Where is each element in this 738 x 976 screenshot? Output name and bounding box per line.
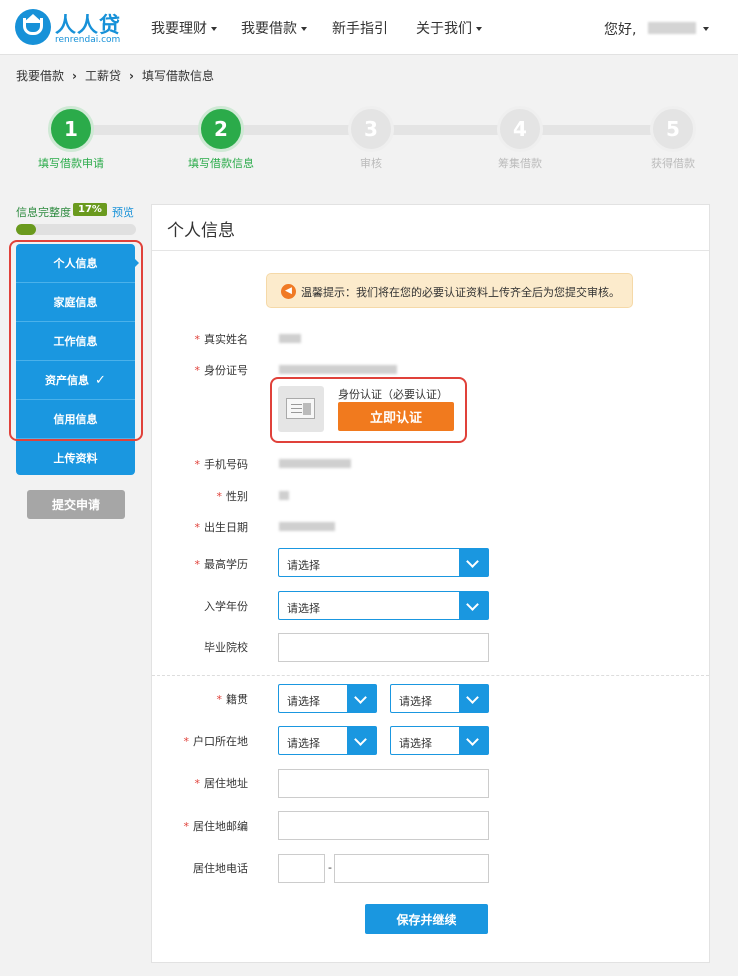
label-enroll-year: 入学年份 — [204, 600, 248, 613]
username-redacted[interactable] — [648, 22, 696, 34]
label-native-place: * 籍贯 — [216, 693, 249, 706]
breadcrumb: 我要借款 › 工薪贷 › 填写借款信息 — [16, 67, 214, 84]
save-continue-button[interactable]: 保存并继续 — [365, 904, 488, 934]
personal-info-panel: 个人信息 ◀ 温馨提示：我们将在您的必要认证资料上传齐全后为您提交审核。 * 真实… — [151, 204, 710, 963]
phone-separator: - — [328, 861, 332, 874]
user-menu-chevron-icon[interactable] — [703, 27, 709, 31]
chevron-down-icon[interactable] — [347, 727, 376, 754]
notice-banner: ◀ 温馨提示：我们将在您的必要认证资料上传齐全后为您提交审核。 — [266, 273, 633, 308]
birth-date-value — [279, 522, 335, 531]
chevron-down-icon[interactable] — [347, 685, 376, 712]
renrendai-logo[interactable]: 人人贷 renrendai.com — [15, 9, 125, 47]
real-name-value — [279, 334, 301, 343]
speaker-icon: ◀ — [281, 284, 296, 299]
education-select[interactable]: 请选择 — [278, 548, 489, 577]
user-greeting: 您好, — [604, 22, 637, 38]
nav-invest[interactable]: 我要理财 — [151, 18, 217, 38]
step-3: 3 审核 — [321, 106, 421, 171]
step-1: 1 填写借款申请 — [21, 106, 121, 171]
label-postcode: * 居住地邮编 — [183, 820, 249, 833]
label-school: 毕业院校 — [204, 641, 248, 654]
breadcrumb-current: 填写借款信息 — [141, 69, 214, 83]
chevron-down-icon[interactable] — [459, 592, 488, 619]
section-divider — [152, 675, 709, 676]
hukou-city-select[interactable]: 请选择 — [390, 726, 489, 755]
panel-divider — [152, 250, 709, 251]
nav-guide[interactable]: 新手指引 — [332, 18, 388, 38]
nav-borrow[interactable]: 我要借款 — [241, 18, 307, 38]
address-input[interactable] — [278, 769, 489, 798]
panel-title: 个人信息 — [167, 221, 235, 241]
id-number-value — [279, 365, 397, 374]
step-4: 4 筹集借款 — [470, 106, 570, 171]
top-header: 人人贷 renrendai.com 我要理财 我要借款 新手指引 关于我们 您好… — [0, 0, 738, 55]
chevron-right-icon: › — [128, 69, 134, 83]
label-gender: * 性别 — [216, 490, 249, 503]
label-real-name: * 真实姓名 — [194, 333, 249, 346]
label-mobile: * 手机号码 — [194, 458, 249, 471]
submit-application-button[interactable]: 提交申请 — [27, 490, 125, 519]
chevron-right-icon: › — [72, 69, 77, 83]
label-address: * 居住地址 — [194, 777, 249, 790]
chevron-down-icon — [301, 27, 307, 31]
school-input[interactable] — [278, 633, 489, 662]
sidebar-item-upload[interactable]: 上传资料 — [16, 439, 135, 478]
highlight-box-auth — [270, 377, 467, 443]
phone-area-code-input[interactable] — [278, 854, 325, 883]
completeness-label: 信息完整度 — [16, 206, 71, 219]
chevron-down-icon — [211, 27, 217, 31]
label-birth-date: * 出生日期 — [194, 521, 249, 534]
step-2: 2 填写借款信息 — [171, 106, 271, 171]
chevron-down-icon[interactable] — [459, 727, 488, 754]
label-education: * 最高学历 — [194, 558, 249, 571]
breadcrumb-salary-loan[interactable]: 工薪贷 — [85, 69, 121, 83]
breadcrumb-borrow[interactable]: 我要借款 — [16, 69, 64, 83]
chevron-down-icon — [476, 27, 482, 31]
chevron-down-icon[interactable] — [459, 549, 488, 576]
native-city-select[interactable]: 请选择 — [390, 684, 489, 713]
gender-value — [279, 491, 289, 500]
nav-about[interactable]: 关于我们 — [416, 18, 482, 38]
house-logo-icon — [15, 9, 51, 45]
enroll-year-select[interactable]: 请选择 — [278, 591, 489, 620]
completeness-progress-fill — [16, 224, 37, 235]
step-5: 5 获得借款 — [623, 106, 723, 171]
label-id-number: * 身份证号 — [194, 364, 249, 377]
phone-number-input[interactable] — [334, 854, 489, 883]
completeness-badge: 17% — [73, 203, 107, 216]
mobile-value — [279, 459, 351, 468]
label-hukou: * 户口所在地 — [183, 735, 249, 748]
completeness-progress-bar — [16, 224, 136, 235]
hukou-province-select[interactable]: 请选择 — [278, 726, 377, 755]
label-phone: 居住地电话 — [193, 862, 248, 875]
preview-link[interactable]: 预览 — [112, 204, 134, 220]
highlight-box-sidebar — [9, 240, 143, 441]
postcode-input[interactable] — [278, 811, 489, 840]
native-province-select[interactable]: 请选择 — [278, 684, 377, 713]
chevron-down-icon[interactable] — [459, 685, 488, 712]
